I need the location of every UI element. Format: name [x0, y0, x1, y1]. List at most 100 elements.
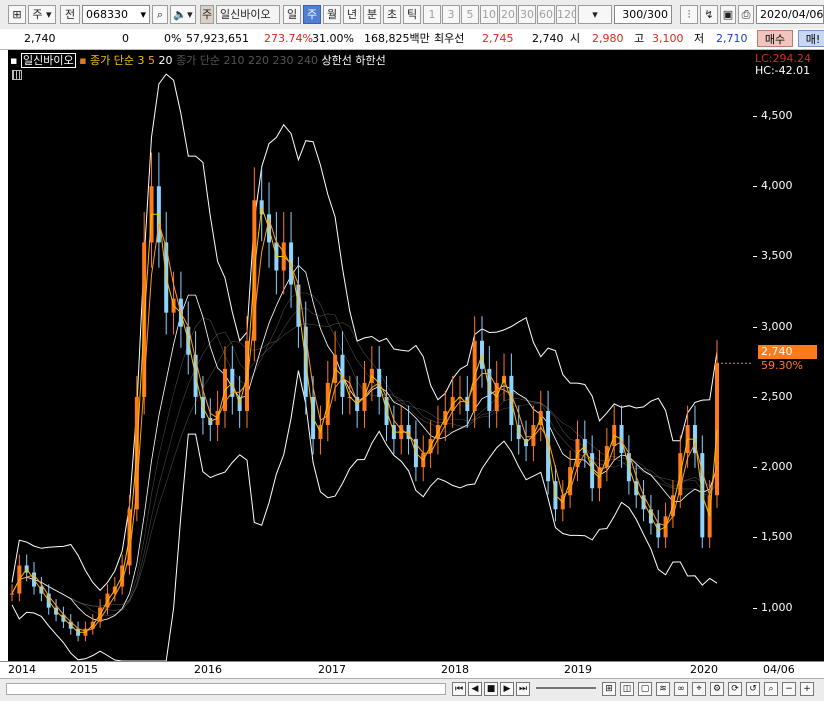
chevron-down-icon: ▾	[140, 8, 146, 21]
y-tick-label: 2,500	[761, 389, 793, 403]
x-label-2015: 2015	[70, 663, 98, 676]
count-total: /300	[643, 8, 668, 21]
drawing-icon[interactable]: ◫	[620, 682, 634, 696]
sell-button[interactable]: 매!	[798, 30, 824, 47]
scroll-first-button[interactable]: ⏮	[452, 682, 466, 696]
current-price-tag: 2,740	[758, 345, 817, 359]
scroll-next-button[interactable]: ▶	[500, 682, 514, 696]
scroll-stop-button[interactable]: ■	[484, 682, 498, 696]
market-type-select[interactable]: 주 ▾	[28, 5, 56, 24]
print-icon[interactable]: ⎙	[738, 5, 754, 24]
ratio-2: 31.00%	[312, 32, 354, 45]
indicator-icon[interactable]: ↯	[700, 5, 718, 24]
toolbar: ⊞ 주 ▾ 전 068330 ▾ ⌕ 🔈▾ 주 일신바이오 일 주 월 년 분 초…	[0, 0, 824, 30]
table-icon[interactable]	[12, 70, 22, 80]
interval-20[interactable]: 20	[499, 5, 517, 24]
interval-10[interactable]: 10	[480, 5, 498, 24]
tab-month[interactable]: 월	[323, 5, 341, 24]
prefix-button[interactable]: 전	[60, 5, 80, 24]
zoom-out-button[interactable]: −	[782, 682, 796, 696]
tab-day[interactable]: 일	[283, 5, 301, 24]
market-type-label: 주	[32, 8, 43, 21]
bottom-toolbar: ⏮ ◀ ■ ▶ ⏭ ⊞ ◫ ▢ ≋ ∞ ⌖ ⚙ ⟳ ↺ ⌕ − +	[0, 678, 824, 701]
y-tick-mark	[753, 116, 757, 118]
date-input[interactable]: 2020/04/06	[756, 5, 824, 24]
tab-week[interactable]: 주	[303, 5, 321, 24]
sound-icon[interactable]: 🔈▾	[170, 5, 196, 24]
stock-code-input[interactable]: 068330 ▾	[82, 5, 150, 24]
interval-5[interactable]: 5	[461, 5, 479, 24]
stock-flag-icon[interactable]: 주	[200, 5, 214, 24]
legend-ma-20: 20	[158, 54, 173, 67]
open-price: 2,980	[592, 32, 624, 45]
tab-tick[interactable]: 틱	[403, 5, 421, 24]
settings-icon[interactable]: ⚙	[710, 682, 724, 696]
legend-ma-bullet-icon: ▪	[79, 54, 87, 67]
search-icon[interactable]: ⌕	[152, 5, 168, 24]
y-tick-mark	[753, 396, 757, 398]
legend-upper: 상한선	[321, 54, 352, 67]
count-input[interactable]: 300/300	[614, 5, 672, 24]
high-label: 고	[634, 32, 645, 45]
interval-3[interactable]: 3	[442, 5, 460, 24]
y-tick-mark	[753, 256, 757, 258]
save-icon[interactable]: ▣	[720, 5, 736, 24]
interval-30[interactable]: 30	[518, 5, 536, 24]
y-tick-label: 3,000	[761, 319, 793, 333]
left-margin	[0, 50, 8, 661]
x-label-2014: 2014	[8, 663, 36, 676]
volume: 57,923,651	[186, 32, 249, 45]
x-label-2016: 2016	[194, 663, 222, 676]
buy-button[interactable]: 매수	[757, 30, 793, 47]
interval-1[interactable]: 1	[423, 5, 441, 24]
compare-icon[interactable]: ≋	[656, 682, 670, 696]
interval-custom-select[interactable]: ▾	[578, 5, 612, 24]
tab-minute[interactable]: 분	[363, 5, 381, 24]
zoom-slider-track[interactable]	[536, 687, 596, 689]
legend-ma-label: 종가 단순	[90, 54, 135, 67]
chart-scrollbar[interactable]	[6, 683, 446, 695]
sync-icon[interactable]: ⟳	[728, 682, 742, 696]
stock-code-value: 068330	[86, 8, 128, 21]
magnify-icon[interactable]: ⌕	[764, 682, 778, 696]
price-axis: LC:294.24 HC:-42.01 1,000 1,500 2,000 2,500…	[753, 50, 824, 661]
candle-icon[interactable]: ⫶	[680, 5, 698, 24]
price-change-pct: 0%	[164, 32, 182, 45]
y-tick-label: 1,000	[761, 600, 793, 614]
capture-icon[interactable]: ⌖	[692, 682, 706, 696]
chart-settings-icon[interactable]: ⊞	[8, 5, 26, 24]
window-icon[interactable]: ▢	[638, 682, 652, 696]
x-label-2018: 2018	[441, 663, 469, 676]
best-bid: 2,740	[532, 32, 564, 45]
reset-icon[interactable]: ↺	[746, 682, 760, 696]
y-tick-mark	[753, 467, 757, 469]
current-price-pct: 59.30%	[761, 359, 803, 372]
y-tick-label: 4,500	[761, 109, 793, 123]
zoom-in-button[interactable]: +	[800, 682, 814, 696]
current-price: 2,740	[24, 32, 56, 45]
interval-120[interactable]: 120	[556, 5, 576, 24]
tab-second[interactable]: 초	[383, 5, 401, 24]
price-chart[interactable]: ▪ 일신바이오 ▪ 종가 단순 3 5 20 종가 단순 210 220 230…	[8, 50, 753, 661]
chart-canvas	[10, 73, 753, 661]
legend-bullet-icon: ▪	[10, 54, 18, 67]
stock-name-display: 일신바이오	[216, 5, 280, 24]
scroll-last-button[interactable]: ⏭	[516, 682, 530, 696]
chart-legend: ▪ 일신바이오 ▪ 종가 단순 3 5 20 종가 단순 210 220 230…	[10, 52, 386, 68]
legend-stock-name: 일신바이오	[20, 53, 76, 68]
high-price: 3,100	[652, 32, 684, 45]
link-icon[interactable]: ∞	[674, 682, 688, 696]
x-axis-date: 04/06	[753, 661, 824, 679]
chart-type-icon[interactable]: ⊞	[602, 682, 616, 696]
y-tick-mark	[753, 186, 757, 188]
scroll-prev-button[interactable]: ◀	[468, 682, 482, 696]
y-tick-mark	[753, 326, 757, 328]
hc-value: HC:-42.01	[755, 64, 811, 77]
interval-60[interactable]: 60	[537, 5, 555, 24]
y-tick-label: 4,000	[761, 179, 793, 193]
legend-lower: 하한선	[355, 54, 386, 67]
y-tick-label: 1,500	[761, 530, 793, 544]
y-tick-label: 3,500	[761, 249, 793, 263]
tab-year[interactable]: 년	[343, 5, 361, 24]
price-change: 0	[122, 32, 129, 45]
